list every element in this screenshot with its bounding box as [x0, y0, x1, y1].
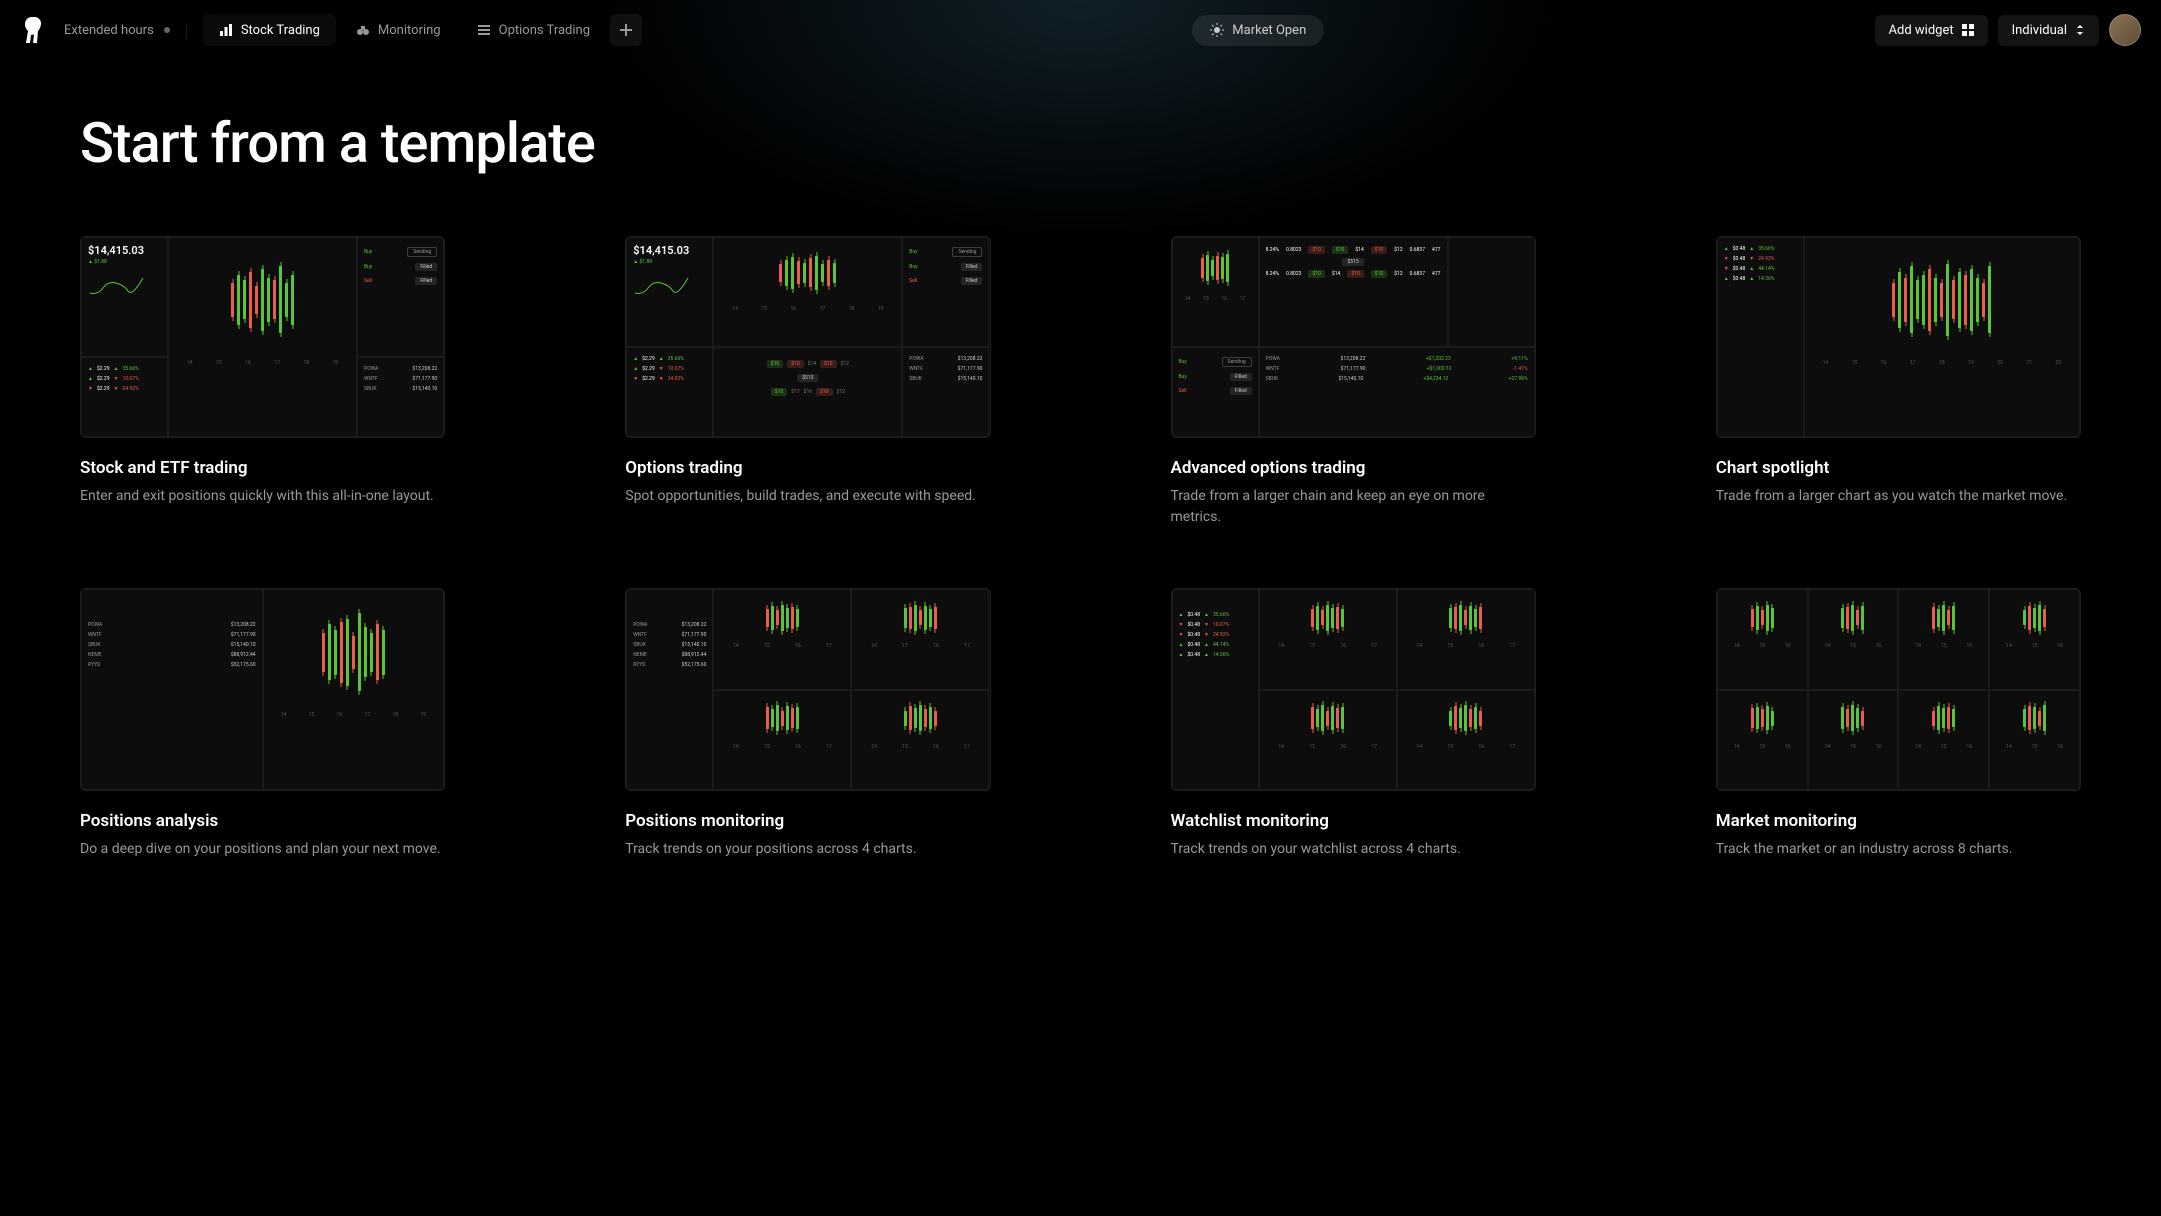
template-card-watchlist-monitoring[interactable]: ▲$0.48▲35.66% ▼$0.48▼10.07% ▼$0.48▼24.92… — [1171, 588, 1536, 859]
extended-hours-label: Extended hours — [64, 23, 154, 38]
tab-label: Options Trading — [499, 23, 590, 38]
template-grid: $14,415.03 ▲ $1.88 141516171819 BuySendi… — [80, 236, 2081, 860]
list-icon — [477, 23, 491, 37]
sun-icon — [1210, 23, 1224, 37]
template-card-positions-analysis[interactable]: POWA$13,208.22 WNTF$71,177.90 SBUK$15,14… — [80, 588, 445, 859]
tab-label: Monitoring — [378, 23, 441, 38]
template-preview: POWA$13,208.22 WNTF$71,177.90 SBUK$15,14… — [80, 588, 445, 790]
template-title: Stock and ETF trading — [80, 458, 445, 478]
template-desc: Track trends on your positions across 4 … — [625, 839, 990, 860]
chevron-updown-icon — [2075, 25, 2085, 35]
candlestick-chart — [720, 244, 895, 302]
account-dropdown[interactable]: Individual — [1998, 15, 2099, 46]
template-title: Chart spotlight — [1716, 458, 2081, 478]
template-card-market-monitoring[interactable]: 141516 141516 141516 141516 141516 14151… — [1716, 588, 2081, 859]
template-title: Positions analysis — [80, 811, 445, 831]
template-preview: 14151617 8.24%0.8023$10$10$14$10$120.683… — [1171, 236, 1536, 438]
template-card-stock-etf[interactable]: $14,415.03 ▲ $1.88 141516171819 BuySendi… — [80, 236, 445, 528]
candlestick-chart — [175, 244, 350, 356]
template-desc: Spot opportunities, build trades, and ex… — [625, 486, 990, 507]
account-label: Individual — [2012, 23, 2067, 38]
template-desc: Do a deep dive on your positions and pla… — [80, 839, 445, 860]
candlestick-chart — [270, 596, 438, 708]
price-value: $14,415.03 — [88, 244, 161, 257]
candlestick-chart — [1179, 244, 1252, 292]
template-desc: Track trends on your watchlist across 4 … — [1171, 839, 1536, 860]
template-card-advanced-options[interactable]: 14151617 8.24%0.8023$10$10$14$10$120.683… — [1171, 236, 1536, 528]
template-title: Advanced options trading — [1171, 458, 1536, 478]
header-right: Add widget Individual — [1875, 14, 2141, 46]
tab-monitoring[interactable]: Monitoring — [340, 14, 457, 46]
sparkline-icon — [88, 273, 148, 298]
template-title: Options trading — [625, 458, 990, 478]
template-card-chart-spotlight[interactable]: ▲$0.48▲35.66% ▼$0.48▼24.92% ▼$0.48▲44.14… — [1716, 236, 2081, 528]
template-card-options[interactable]: $14,415.03 ▲ $1.88 141516171819 BuySendi… — [625, 236, 990, 528]
template-title: Watchlist monitoring — [1171, 811, 1536, 831]
add-tab-button[interactable] — [610, 14, 642, 46]
extended-hours-indicator: Extended hours — [64, 23, 187, 38]
header-center: Market Open — [650, 15, 1866, 46]
template-preview: $14,415.03 ▲ $1.88 141516171819 BuySendi… — [625, 236, 990, 438]
price-value: $14,415.03 — [633, 244, 706, 257]
template-preview: 141516 141516 141516 141516 141516 14151… — [1716, 588, 2081, 790]
workspace-tabs: Stock Trading Monitoring Options Trading — [203, 14, 642, 46]
template-desc: Enter and exit positions quickly with th… — [80, 486, 445, 507]
add-widget-label: Add widget — [1889, 23, 1954, 38]
app-header: Extended hours Stock Trading Monitoring … — [0, 0, 2161, 60]
sparkline-icon — [633, 273, 693, 298]
market-status-pill[interactable]: Market Open — [1192, 15, 1324, 46]
template-desc: Trade from a larger chain and keep an ey… — [1171, 486, 1536, 528]
page-title: Start from a template — [80, 110, 2081, 176]
template-title: Positions monitoring — [625, 811, 990, 831]
market-status-label: Market Open — [1232, 23, 1306, 38]
status-dot-icon — [164, 27, 170, 33]
widget-grid-icon — [1962, 24, 1974, 36]
binoculars-icon — [356, 23, 370, 37]
template-desc: Trade from a larger chart as you watch t… — [1716, 486, 2081, 507]
template-preview: ▲$0.48▲35.66% ▼$0.48▼10.07% ▼$0.48▼24.92… — [1171, 588, 1536, 790]
brand-logo[interactable] — [20, 15, 44, 45]
main-content: Start from a template $14,415.03 ▲ $1.88 — [0, 60, 2161, 910]
tab-label: Stock Trading — [241, 23, 320, 38]
add-widget-button[interactable]: Add widget — [1875, 15, 1988, 46]
user-avatar[interactable] — [2109, 14, 2141, 46]
tab-options-trading[interactable]: Options Trading — [461, 14, 606, 46]
plus-icon — [620, 24, 632, 36]
bar-chart-icon — [219, 23, 233, 37]
template-desc: Track the market or an industry across 8… — [1716, 839, 2081, 860]
candlestick-chart — [1811, 244, 2073, 356]
template-title: Market monitoring — [1716, 811, 2081, 831]
template-preview: POWA$13,208.22 WNTF$71,177.90 SBUK$15,14… — [625, 588, 990, 790]
template-preview: $14,415.03 ▲ $1.88 141516171819 BuySendi… — [80, 236, 445, 438]
template-preview: ▲$0.48▲35.66% ▼$0.48▼24.92% ▼$0.48▲44.14… — [1716, 236, 2081, 438]
template-card-positions-monitoring[interactable]: POWA$13,208.22 WNTF$71,177.90 SBUK$15,14… — [625, 588, 990, 859]
tab-stock-trading[interactable]: Stock Trading — [203, 14, 336, 46]
